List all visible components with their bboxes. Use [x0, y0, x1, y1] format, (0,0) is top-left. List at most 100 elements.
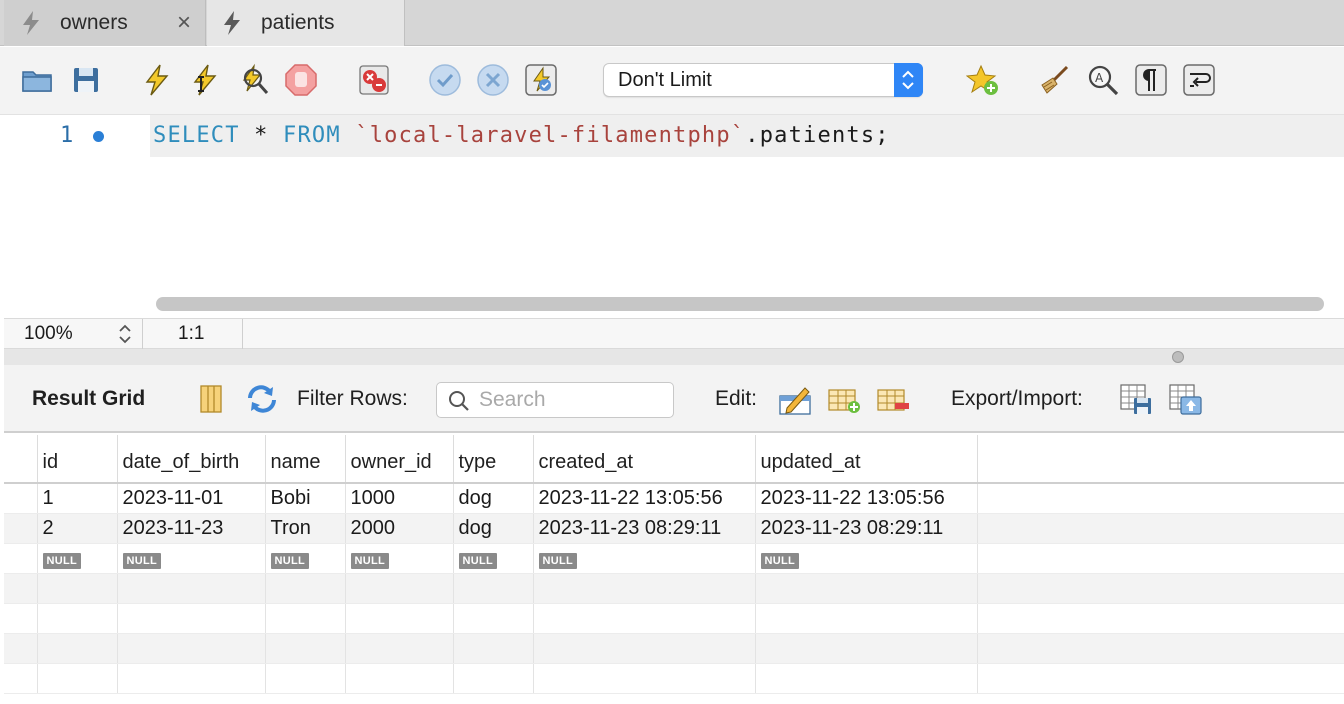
search-input[interactable]: [479, 387, 669, 413]
add-snippet-icon[interactable]: [966, 63, 1000, 97]
cell-owner-id[interactable]: 2000: [345, 513, 454, 544]
row-filler: [977, 483, 1344, 514]
new-row[interactable]: NULL NULL NULL NULL NULL NULL NULL: [4, 543, 1344, 574]
empty-cell: [265, 603, 346, 634]
cell-type[interactable]: NULL: [453, 543, 534, 574]
sql-operator: *: [239, 123, 284, 148]
tab-patients[interactable]: patients: [207, 0, 405, 46]
empty-cell: [265, 573, 346, 604]
zoom-level[interactable]: 100%: [24, 323, 73, 345]
delete-row-icon[interactable]: [875, 382, 911, 416]
cell-name[interactable]: NULL: [265, 543, 346, 574]
limit-rows-select[interactable]: Don't Limit: [603, 63, 923, 97]
refresh-icon[interactable]: [244, 382, 280, 416]
table-row[interactable]: 1 2023-11-01 Bobi 1000 dog 2023-11-22 13…: [4, 483, 1344, 514]
cell-created-at[interactable]: 2023-11-23 08:29:11: [533, 513, 756, 544]
toggle-error-icon[interactable]: [357, 63, 391, 97]
beautify-icon[interactable]: [1037, 63, 1071, 97]
table-row[interactable]: 2 2023-11-23 Tron 2000 dog 2023-11-23 08…: [4, 513, 1344, 544]
execute-current-icon[interactable]: [188, 63, 222, 97]
line-number: 1: [60, 123, 74, 148]
cell-updated-at[interactable]: NULL: [755, 543, 978, 574]
find-icon[interactable]: A: [1086, 63, 1120, 97]
empty-cell: [755, 663, 978, 694]
explain-icon[interactable]: [236, 63, 270, 97]
wrap-lines-icon[interactable]: [1182, 63, 1216, 97]
add-row-icon[interactable]: [826, 382, 862, 416]
result-grid-title[interactable]: Result Grid: [32, 387, 145, 411]
null-badge: NULL: [42, 552, 82, 569]
empty-cell: [453, 663, 534, 694]
row-selector-header[interactable]: [4, 435, 38, 484]
select-stepper-icon: [894, 63, 923, 97]
sql-statement[interactable]: SELECT * FROM `local-laravel-filamentphp…: [153, 123, 890, 148]
empty-row: [4, 573, 1344, 604]
null-badge: NULL: [350, 552, 390, 569]
column-header-name[interactable]: name: [265, 435, 346, 484]
autocommit-icon[interactable]: [524, 63, 558, 97]
cell-updated-at[interactable]: 2023-11-22 13:05:56: [755, 483, 978, 514]
cell-date-of-birth[interactable]: 2023-11-01: [117, 483, 266, 514]
cell-created-at[interactable]: 2023-11-22 13:05:56: [533, 483, 756, 514]
edit-row-icon[interactable]: [777, 382, 813, 416]
splitter-handle-icon[interactable]: [1172, 351, 1184, 363]
import-icon[interactable]: [1167, 382, 1203, 416]
cell-type[interactable]: dog: [453, 513, 534, 544]
cell-updated-at[interactable]: 2023-11-23 08:29:11: [755, 513, 978, 544]
empty-cell: [453, 573, 534, 604]
rollback-icon[interactable]: [476, 63, 510, 97]
sql-keyword: FROM: [283, 123, 341, 148]
empty-cell: [37, 663, 118, 694]
tab-owners[interactable]: owners ×: [4, 0, 206, 46]
empty-cell: [37, 603, 118, 634]
cell-name[interactable]: Tron: [265, 513, 346, 544]
pane-splitter[interactable]: [4, 349, 1344, 365]
horizontal-scrollbar[interactable]: [156, 297, 1324, 311]
invisible-chars-icon[interactable]: [1134, 63, 1168, 97]
stop-icon[interactable]: [284, 63, 318, 97]
empty-cell: [345, 663, 454, 694]
column-header-id[interactable]: id: [37, 435, 118, 484]
lightning-bolt-icon: [224, 11, 240, 35]
zoom-stepper-icon[interactable]: [117, 321, 133, 347]
cell-id[interactable]: 1: [37, 483, 118, 514]
grid-layout-icon[interactable]: [194, 382, 230, 416]
column-header-owner-id[interactable]: owner_id: [345, 435, 454, 484]
row-selector[interactable]: [4, 543, 38, 574]
empty-cell: [4, 603, 38, 634]
row-selector[interactable]: [4, 513, 38, 544]
result-grid[interactable]: id date_of_birth name owner_id type crea…: [4, 435, 1344, 704]
empty-cell: [345, 573, 454, 604]
cell-type[interactable]: dog: [453, 483, 534, 514]
cell-date-of-birth[interactable]: NULL: [117, 543, 266, 574]
edit-label: Edit:: [715, 387, 758, 410]
cell-id[interactable]: 2: [37, 513, 118, 544]
cell-date-of-birth[interactable]: 2023-11-23: [117, 513, 266, 544]
close-tab-icon[interactable]: ×: [177, 9, 191, 37]
cell-id[interactable]: NULL: [37, 543, 118, 574]
export-icon[interactable]: [1118, 382, 1154, 416]
column-header-created-at[interactable]: created_at: [533, 435, 756, 484]
status-divider: [142, 319, 143, 349]
save-icon[interactable]: [69, 63, 103, 97]
empty-cell: [533, 663, 756, 694]
sql-editor[interactable]: 1 SELECT * FROM `local-laravel-filamentp…: [4, 115, 1344, 317]
cell-created-at[interactable]: NULL: [533, 543, 756, 574]
column-header-date-of-birth[interactable]: date_of_birth: [117, 435, 266, 484]
open-folder-icon[interactable]: [20, 63, 54, 97]
cell-owner-id[interactable]: 1000: [345, 483, 454, 514]
row-selector[interactable]: [4, 483, 38, 514]
column-header-type[interactable]: type: [453, 435, 534, 484]
null-badge: NULL: [538, 552, 578, 569]
empty-cell: [755, 603, 978, 634]
header-filler: [977, 435, 1344, 484]
cell-name[interactable]: Bobi: [265, 483, 346, 514]
commit-icon[interactable]: [428, 63, 462, 97]
empty-cell: [977, 573, 1344, 604]
column-header-updated-at[interactable]: updated_at: [755, 435, 978, 484]
cell-owner-id[interactable]: NULL: [345, 543, 454, 574]
execute-icon[interactable]: [140, 63, 174, 97]
sql-keyword: SELECT: [153, 123, 240, 148]
filter-rows-search[interactable]: [436, 382, 674, 418]
empty-cell: [345, 633, 454, 664]
